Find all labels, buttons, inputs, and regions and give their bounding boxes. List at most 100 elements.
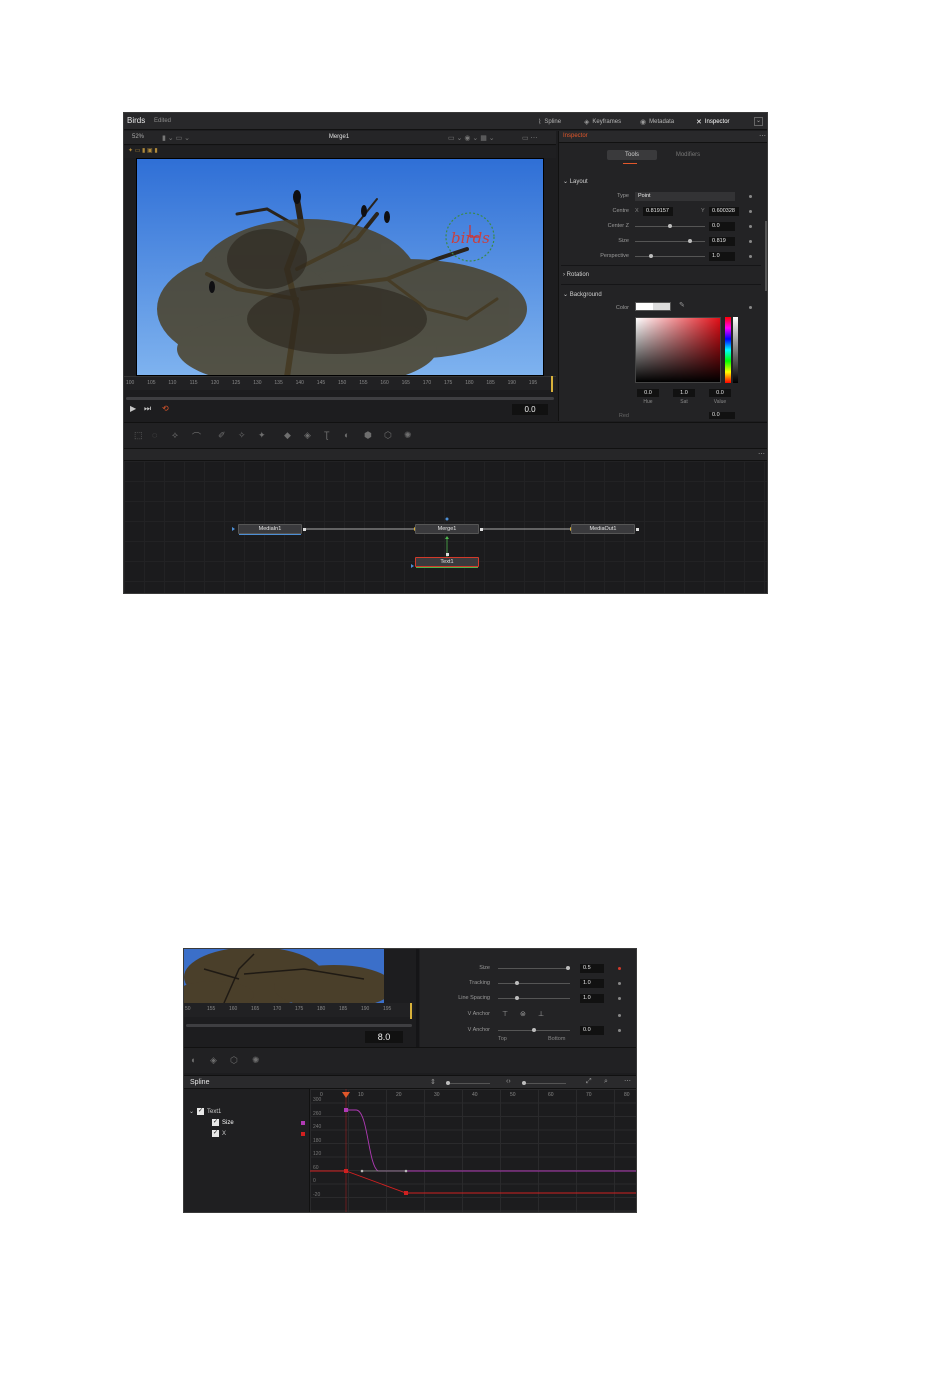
viewer-options-icon[interactable]: ▮ ⌄ ▭ ⌄ <box>162 134 190 142</box>
zoom-level[interactable]: 52% <box>132 134 144 140</box>
current-time-field[interactable]: 8.0 <box>365 1031 403 1043</box>
node-mediain[interactable]: MediaIn1 <box>238 524 302 535</box>
viewer-subtool-icons[interactable]: ✦ ▭ ▮ ▣ ▮ <box>128 147 158 154</box>
type-dropdown[interactable]: Point <box>635 192 735 201</box>
light-tool-icon[interactable]: ⬡ <box>384 430 392 441</box>
fx-tool-icon[interactable]: ✺ <box>252 1055 260 1066</box>
tree-item-x[interactable]: ✓ X <box>212 1130 226 1137</box>
tab-modifiers[interactable]: Modifiers <box>663 150 713 160</box>
value-bar[interactable] <box>733 317 738 383</box>
eyedropper-icon[interactable]: ✎ <box>679 301 685 309</box>
more-options-icon[interactable]: ⋯ <box>624 1077 631 1085</box>
keyframe-dot[interactable] <box>749 255 752 258</box>
rectangle-tool-icon[interactable]: ⬚ <box>134 430 143 441</box>
paint-tool-icon[interactable]: ✐ <box>218 430 226 441</box>
checkbox[interactable]: ✓ <box>212 1119 219 1126</box>
property-value-field[interactable]: 0.5 <box>580 964 604 973</box>
merge3d-tool-icon[interactable]: ◈ <box>304 430 311 441</box>
slider-knob[interactable] <box>522 1081 526 1085</box>
keyframes-button[interactable]: ◈ Keyframes <box>584 116 621 127</box>
layout-section-header[interactable]: ⌄ Layout <box>563 178 588 185</box>
property-value-field[interactable]: 1.0 <box>580 994 604 1003</box>
shape3d-tool-icon[interactable]: ◈ <box>210 1055 217 1066</box>
playhead[interactable] <box>551 376 553 392</box>
property-slider[interactable] <box>498 983 570 984</box>
light-tool-icon[interactable]: ⬡ <box>230 1055 238 1066</box>
viewer-lut-icon[interactable]: ▭ ⌄ ◉ ⌄ ▦ ⌄ <box>448 134 495 142</box>
slider-knob[interactable] <box>532 1028 536 1032</box>
playhead[interactable] <box>410 1003 412 1019</box>
centre-z-field[interactable]: 0.0 <box>709 222 735 231</box>
anchor-top-icon[interactable]: ⊤ <box>502 1010 508 1018</box>
output-port[interactable] <box>446 553 449 556</box>
text3d-tool-icon[interactable]: Ʈ <box>324 430 330 440</box>
keyframe-dot[interactable] <box>749 306 752 309</box>
timeline-scrollbar[interactable] <box>186 1024 412 1027</box>
keyframe-dot[interactable] <box>749 225 752 228</box>
keyframe-dot[interactable] <box>618 997 621 1000</box>
more-options-icon[interactable]: ⋯ <box>759 132 766 140</box>
timeline-ruler[interactable]: 100 105 110 115 120 125 130 135 140 145 150 155 160 1… <box>124 376 556 390</box>
checkbox[interactable]: ✓ <box>197 1108 205 1115</box>
keyframe-dot[interactable] <box>749 195 752 198</box>
size-slider[interactable] <box>635 241 705 242</box>
play-icon[interactable]: ▶ <box>130 404 136 413</box>
inspector-scrollbar[interactable] <box>765 221 767 291</box>
keyframe-dot[interactable] <box>618 1014 621 1017</box>
bspline-tool-icon[interactable]: ⌒ <box>192 430 201 443</box>
camera3d-tool-icon[interactable]: ◐ <box>344 430 349 440</box>
timeline-ruler[interactable]: 50 155 160 165 170 175 180 185 190 195 <box>184 1003 414 1017</box>
tree-item-text1[interactable]: ⌄ ✓ Text1 <box>189 1108 221 1115</box>
output-port[interactable] <box>636 528 639 531</box>
sat-field[interactable]: 1.0 <box>673 389 695 397</box>
tree-item-size[interactable]: ✓ Size <box>212 1119 234 1126</box>
h-anchor-value-field[interactable]: 0.0 <box>580 1026 604 1035</box>
centre-y-field[interactable]: 0.600328 <box>709 207 739 216</box>
property-slider[interactable] <box>498 998 570 999</box>
color-swatch[interactable] <box>635 302 671 311</box>
node-tool-icon[interactable]: ◖ <box>190 1055 195 1065</box>
rotation-section-header[interactable]: › Rotation <box>563 272 589 278</box>
polygon-tool-icon[interactable]: ⟡ <box>172 430 178 441</box>
size-field[interactable]: 0.819 <box>709 237 735 246</box>
loop-icon[interactable]: ⟲ <box>162 404 169 413</box>
spline-graph[interactable]: 300 260 240 180 120 60 0 -20 0 10 20 30 40 50 60 70 80 <box>309 1089 636 1212</box>
horizontal-zoom-icon[interactable]: ‹› <box>506 1078 511 1085</box>
keyframe-dot[interactable] <box>749 210 752 213</box>
background-section-header[interactable]: ⌄ Background <box>563 291 602 298</box>
perspective-slider[interactable] <box>635 256 705 257</box>
cut-row-field[interactable]: 0.0 <box>709 412 735 419</box>
anchor-middle-icon[interactable]: ⊜ <box>520 1010 526 1018</box>
more-options-icon[interactable]: ⋯ <box>758 450 765 458</box>
perspective-field[interactable]: 1.0 <box>709 252 735 261</box>
timeline-scrollbar[interactable] <box>126 397 554 400</box>
color-picker-field[interactable] <box>635 317 721 383</box>
vertical-zoom-slider[interactable] <box>446 1083 490 1084</box>
slider-knob[interactable] <box>446 1081 450 1085</box>
keyframe-dot[interactable] <box>618 1029 621 1032</box>
emitter-tool-icon[interactable]: ✦ <box>258 430 266 441</box>
fx-tool-icon[interactable]: ✺ <box>404 430 412 441</box>
inspector-button[interactable]: ✕ Inspector <box>696 116 730 127</box>
spline-button[interactable]: ⌇ Spline <box>538 116 561 127</box>
slider-knob[interactable] <box>649 254 653 258</box>
particle-tool-icon[interactable]: ✧ <box>238 430 246 441</box>
skip-end-icon[interactable]: ⏭ <box>144 404 151 414</box>
fit-icon[interactable]: ⤢ <box>586 1078 592 1086</box>
property-value-field[interactable]: 1.0 <box>580 979 604 988</box>
node-mediaout[interactable]: MediaOut1 <box>571 524 635 534</box>
slider-knob[interactable] <box>688 239 692 243</box>
slider-knob[interactable] <box>668 224 672 228</box>
vertical-zoom-icon[interactable]: ⇕ <box>430 1078 436 1086</box>
centre-x-field[interactable]: 0.819157 <box>643 207 673 216</box>
anchor-bottom-icon[interactable]: ⊥ <box>538 1010 544 1018</box>
output-port[interactable] <box>303 528 306 531</box>
hue-field[interactable]: 0.0 <box>637 389 659 397</box>
horizontal-zoom-slider[interactable] <box>522 1083 566 1084</box>
slider-knob[interactable] <box>515 996 519 1000</box>
tab-tools[interactable]: Tools <box>607 150 657 160</box>
ellipse-tool-icon[interactable]: ◌ <box>152 430 157 440</box>
slider-knob[interactable] <box>515 981 519 985</box>
keyframe-dot[interactable] <box>618 967 621 970</box>
zoom-icon[interactable]: ⌕ <box>604 1078 608 1086</box>
